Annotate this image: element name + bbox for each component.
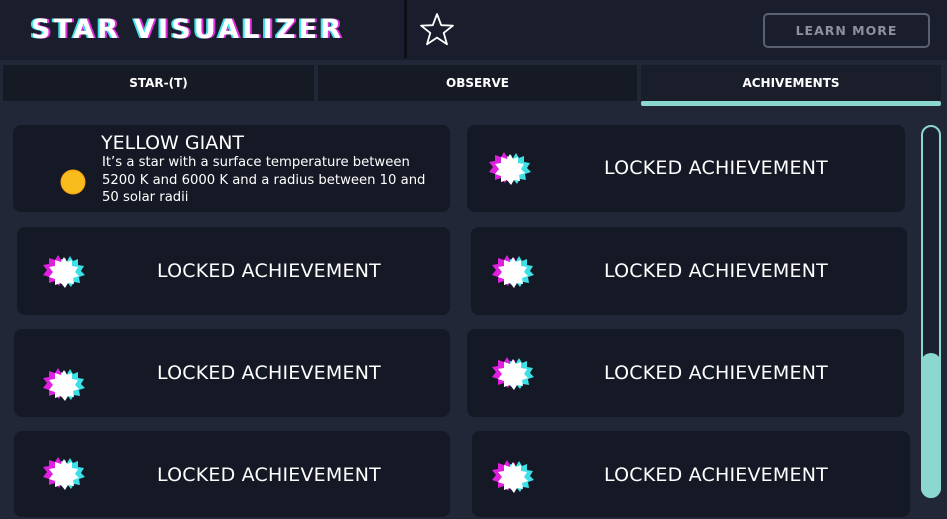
locked-badge-icon	[492, 357, 534, 390]
locked-achievement-label: LOCKED ACHIEVEMENT	[157, 362, 381, 384]
achievement-card-locked[interactable]: LOCKED ACHIEVEMENT	[14, 431, 450, 517]
header-divider	[404, 0, 407, 58]
locked-achievement-label: LOCKED ACHIEVEMENT	[604, 464, 828, 486]
tab-star-t[interactable]: STAR-(T)	[3, 65, 314, 101]
star-outline-icon[interactable]	[418, 11, 456, 49]
achievement-card-locked[interactable]: LOCKED ACHIEVEMENT	[467, 125, 905, 212]
locked-achievement-label: LOCKED ACHIEVEMENT	[157, 260, 381, 282]
achievement-title: YELLOW GIANT	[101, 132, 245, 154]
app-window: STAR VISUALIZER STAR VISUALIZER STAR VIS…	[0, 0, 947, 519]
locked-badge-icon	[43, 368, 85, 401]
achievement-card-locked[interactable]: LOCKED ACHIEVEMENT	[471, 227, 907, 315]
scrollbar-thumb[interactable]	[921, 353, 941, 498]
app-title-logo: STAR VISUALIZER STAR VISUALIZER STAR VIS…	[30, 14, 344, 45]
achievement-card-locked[interactable]: LOCKED ACHIEVEMENT	[17, 227, 450, 315]
svg-text:STAR VISUALIZER: STAR VISUALIZER	[31, 14, 344, 45]
sun-icon	[60, 169, 86, 195]
locked-badge-icon	[492, 255, 534, 288]
tab-observe[interactable]: OBSERVE	[318, 65, 637, 101]
learn-more-button[interactable]: LEARN MORE	[763, 13, 930, 48]
tab-achievements[interactable]: ACHIVEMENTS	[641, 65, 941, 101]
header-bar: STAR VISUALIZER STAR VISUALIZER STAR VIS…	[0, 0, 947, 60]
locked-badge-icon	[43, 457, 85, 490]
locked-achievement-label: LOCKED ACHIEVEMENT	[604, 362, 828, 384]
locked-badge-icon	[492, 460, 534, 493]
locked-achievement-label: LOCKED ACHIEVEMENT	[157, 464, 381, 486]
locked-achievement-label: LOCKED ACHIEVEMENT	[604, 157, 828, 179]
achievement-card-locked[interactable]: LOCKED ACHIEVEMENT	[467, 329, 904, 417]
achievement-description: It’s a star with a surface temperature b…	[102, 155, 426, 205]
active-tab-indicator	[641, 101, 941, 106]
locked-badge-icon	[43, 255, 85, 288]
achievement-card-locked[interactable]: LOCKED ACHIEVEMENT	[14, 329, 450, 417]
achievement-card-locked[interactable]: LOCKED ACHIEVEMENT	[472, 431, 910, 517]
locked-achievement-label: LOCKED ACHIEVEMENT	[604, 260, 828, 282]
locked-badge-icon	[489, 152, 531, 185]
tab-bar: STAR-(T) OBSERVE ACHIVEMENTS	[0, 63, 947, 103]
